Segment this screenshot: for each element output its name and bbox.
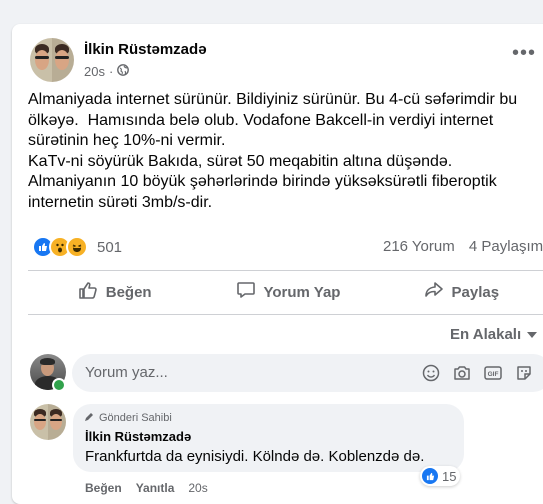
comment-input[interactable]: Yorum yaz... GIF [72, 354, 543, 392]
comment-bubble: Gönderi Sahibi İlkin Rüstəmzadə Frankfur… [73, 404, 464, 472]
share-icon [424, 280, 444, 304]
author-avatar[interactable] [30, 38, 74, 82]
online-status-dot [52, 378, 66, 392]
share-button[interactable]: Paylaş [375, 272, 543, 312]
more-options-icon[interactable]: ••• [512, 43, 536, 63]
like-button[interactable]: Beğen [28, 272, 201, 312]
svg-text:GIF: GIF [488, 371, 499, 378]
post-card: İlkin Rüstəmzadə 20s · ••• Almaniyada in… [12, 24, 543, 504]
comment-author-avatar[interactable] [30, 404, 66, 440]
pen-icon [84, 411, 95, 425]
divider [28, 270, 543, 271]
share-label: Paylaş [451, 283, 500, 301]
camera-icon[interactable] [453, 364, 471, 387]
post-text-line: KaTv-ni söyürük Bakıda, sürət 50 meqabit… [28, 152, 453, 170]
like-reaction-icon [422, 468, 438, 484]
post-actions: Beğen Yorum Yap Paylaş [28, 272, 543, 312]
comment-actions: Beğen Yanıtla 20s [85, 481, 208, 495]
shares-count[interactable]: 4 Paylaşım [469, 238, 543, 255]
comment-reactions[interactable]: 15 [420, 466, 461, 486]
comment-button[interactable]: Yorum Yap [201, 272, 374, 312]
gif-icon[interactable]: GIF [484, 364, 502, 387]
post-stats: 216 Yorum 4 Paylaşım [383, 238, 543, 255]
comment-text: Frankfurtda da eynisiydi. Kölndə də. Kob… [85, 448, 425, 465]
comment-reply-button[interactable]: Yanıtla [136, 481, 175, 495]
thumbs-up-icon [78, 280, 98, 304]
haha-reaction-icon [66, 236, 88, 258]
post-text-line: Almaniyada internet sürünür. Bildiyiniz … [28, 91, 522, 149]
reactions-summary[interactable]: 501 [32, 236, 122, 258]
author-badge-label: Gönderi Sahibi [99, 412, 172, 424]
emoji-icon[interactable] [422, 364, 440, 387]
sticker-icon[interactable] [515, 364, 533, 387]
comment-sort-dropdown[interactable]: En Alakalı [450, 326, 538, 343]
post-meta: 20s · [84, 64, 130, 79]
post-text: Almaniyada internet sürünür. Bildiyiniz … [28, 90, 543, 213]
sort-label: En Alakalı [450, 326, 522, 343]
comment-time[interactable]: 20s [188, 481, 207, 495]
comment-like-button[interactable]: Beğen [85, 481, 122, 495]
globe-icon [117, 64, 130, 79]
comments-count[interactable]: 216 Yorum [383, 238, 455, 255]
comment-icon [236, 280, 256, 304]
comment-input-placeholder: Yorum yaz... [85, 364, 168, 381]
post-author[interactable]: İlkin Rüstəmzadə [84, 41, 207, 58]
post-time[interactable]: 20s [84, 64, 105, 79]
divider [28, 314, 543, 315]
like-label: Beğen [105, 283, 152, 301]
caret-down-icon [527, 326, 538, 343]
reaction-count: 501 [97, 238, 123, 256]
comment-label: Yorum Yap [263, 283, 341, 301]
comment-author[interactable]: İlkin Rüstəmzadə [85, 429, 191, 444]
comment-reaction-count: 15 [442, 468, 457, 484]
composer-tools: GIF [422, 364, 533, 387]
post-text-line: Almaniyanın 10 böyük şəhərlərində birind… [28, 173, 502, 211]
author-badge: Gönderi Sahibi [84, 411, 172, 425]
